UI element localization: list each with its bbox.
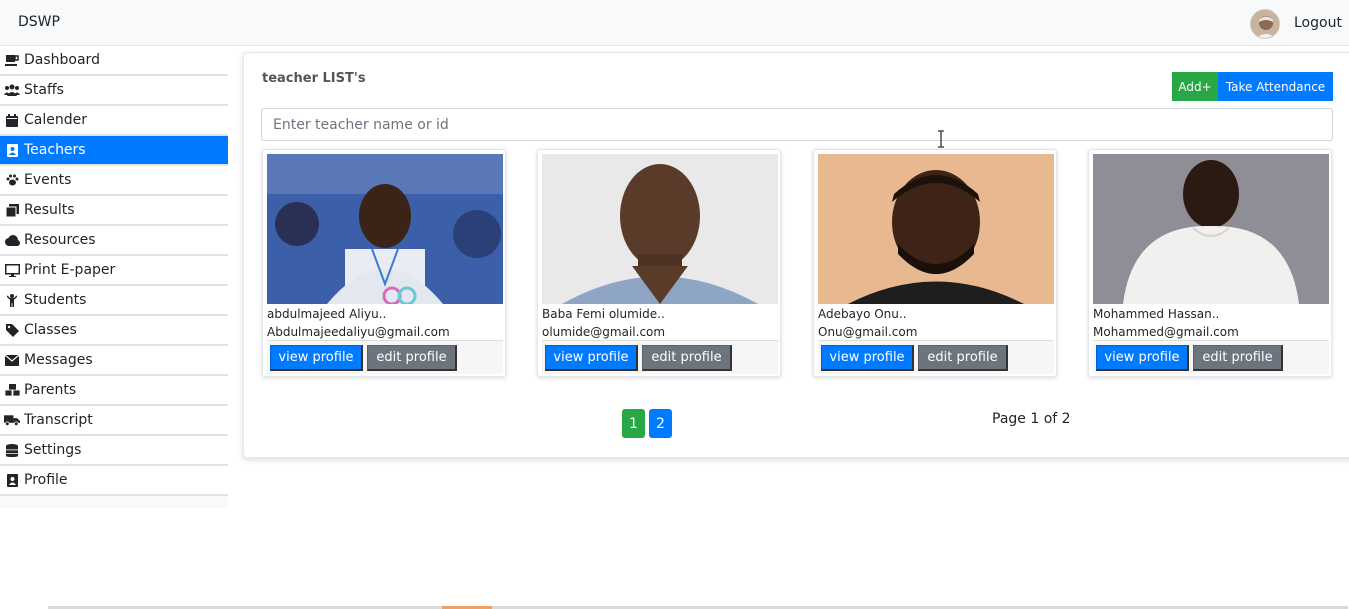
envelope-icon (4, 353, 20, 367)
take-attendance-button[interactable]: Take Attendance (1218, 72, 1333, 101)
view-profile-button[interactable]: view profile (821, 345, 914, 371)
sidebar-item-parents[interactable]: Parents (0, 376, 228, 406)
sidebar-item-calender[interactable]: Calender (0, 106, 228, 136)
sidebar-item-classes[interactable]: Classes (0, 316, 228, 346)
user-avatar[interactable] (1250, 9, 1280, 39)
card-actions: view profile edit profile (267, 340, 503, 374)
sidebar-item-teachers[interactable]: Teachers (0, 136, 228, 166)
teacher-name: Adebayo Onu.. (818, 307, 907, 321)
sidebar-item-print-epaper[interactable]: Print E-paper (0, 256, 228, 286)
sidebar-item-label: Settings (24, 442, 82, 458)
brand-title[interactable]: DSWP (18, 14, 60, 30)
top-navbar: DSWP Logout (0, 0, 1349, 46)
sidebar-item-label: Staffs (24, 82, 64, 98)
address-card-icon (4, 143, 20, 157)
edit-profile-button[interactable]: edit profile (918, 345, 1008, 371)
monitor-icon (4, 263, 20, 277)
edit-profile-button[interactable]: edit profile (1193, 345, 1283, 371)
sidebar-item-students[interactable]: Students (0, 286, 228, 316)
sidebar-item-label: Dashboard (24, 52, 100, 68)
sidebar: Dashboard Staffs Calender Teachers Event… (0, 46, 228, 508)
teacher-name: abdulmajeed Aliyu.. (267, 307, 387, 321)
database-icon (4, 443, 20, 457)
sidebar-item-events[interactable]: Events (0, 166, 228, 196)
teacher-photo (1093, 154, 1329, 304)
page-button-2[interactable]: 2 (649, 409, 672, 438)
teacher-email: Onu@gmail.com (818, 325, 918, 339)
sidebar-item-label: Classes (24, 322, 77, 338)
teacher-list-panel: teacher LIST's Add+ Take Attendance abdu… (243, 52, 1349, 458)
tag-icon (4, 323, 20, 337)
card-actions: view profile edit profile (818, 340, 1054, 374)
search-input[interactable] (261, 108, 1333, 141)
sidebar-item-messages[interactable]: Messages (0, 346, 228, 376)
teacher-photo (267, 154, 503, 304)
teacher-card: abdulmajeed Aliyu.. Abdulmajeedaliyu@gma… (262, 149, 506, 377)
page-info: Page 1 of 2 (992, 411, 1071, 427)
avatar-photo (1251, 10, 1279, 38)
card-actions: view profile edit profile (542, 340, 778, 374)
teacher-card: Adebayo Onu.. Onu@gmail.com view profile… (813, 149, 1057, 377)
id-badge-icon (4, 473, 20, 487)
teacher-photo (818, 154, 1054, 304)
text-cursor-icon (936, 130, 946, 148)
view-profile-button[interactable]: view profile (545, 345, 638, 371)
sidebar-item-label: Parents (24, 382, 77, 398)
sidebar-item-label: Messages (24, 352, 93, 368)
teacher-card: Mohammed Hassan.. Mohammed@gmail.com vie… (1088, 149, 1332, 377)
add-teacher-button[interactable]: Add+ (1172, 72, 1218, 101)
cloud-icon (4, 233, 20, 247)
sidebar-item-label: Results (24, 202, 75, 218)
teacher-email: Mohammed@gmail.com (1093, 325, 1239, 339)
sidebar-item-resources[interactable]: Resources (0, 226, 228, 256)
teacher-card: Baba Femi olumide.. olumide@gmail.com vi… (537, 149, 781, 377)
sidebar-item-label: Events (24, 172, 72, 188)
sidebar-item-label: Profile (24, 472, 68, 488)
sidebar-item-dashboard[interactable]: Dashboard (0, 46, 228, 76)
paw-icon (4, 173, 20, 187)
sidebar-item-label: Teachers (24, 142, 86, 158)
cubes-icon (4, 383, 20, 397)
sidebar-item-label: Print E-paper (24, 262, 116, 278)
sidebar-item-transcript[interactable]: Transcript (0, 406, 228, 436)
teacher-email: olumide@gmail.com (542, 325, 666, 339)
teacher-photo (542, 154, 778, 304)
calendar-icon (4, 113, 20, 127)
users-icon (4, 83, 20, 97)
page-title: teacher LIST's (262, 71, 366, 86)
clone-icon (4, 203, 20, 217)
child-icon (4, 293, 20, 307)
edit-profile-button[interactable]: edit profile (367, 345, 457, 371)
sidebar-item-results[interactable]: Results (0, 196, 228, 226)
view-profile-button[interactable]: view profile (270, 345, 363, 371)
sidebar-item-settings[interactable]: Settings (0, 436, 228, 466)
sidebar-item-profile[interactable]: Profile (0, 466, 228, 496)
sidebar-item-label: Transcript (24, 412, 93, 428)
logout-link[interactable]: Logout (1294, 15, 1342, 31)
truck-icon (4, 413, 20, 427)
card-actions: view profile edit profile (1093, 340, 1329, 374)
teacher-email: Abdulmajeedaliyu@gmail.com (267, 325, 450, 339)
sidebar-item-staffs[interactable]: Staffs (0, 76, 228, 106)
sidebar-item-label: Resources (24, 232, 96, 248)
edit-profile-button[interactable]: edit profile (642, 345, 732, 371)
view-profile-button[interactable]: view profile (1096, 345, 1189, 371)
teacher-name: Baba Femi olumide.. (542, 307, 665, 321)
sidebar-item-label: Calender (24, 112, 87, 128)
sidebar-item-label: Students (24, 292, 87, 308)
page-button-1[interactable]: 1 (622, 409, 645, 438)
teacher-name: Mohammed Hassan.. (1093, 307, 1220, 321)
coffee-icon (4, 53, 20, 67)
